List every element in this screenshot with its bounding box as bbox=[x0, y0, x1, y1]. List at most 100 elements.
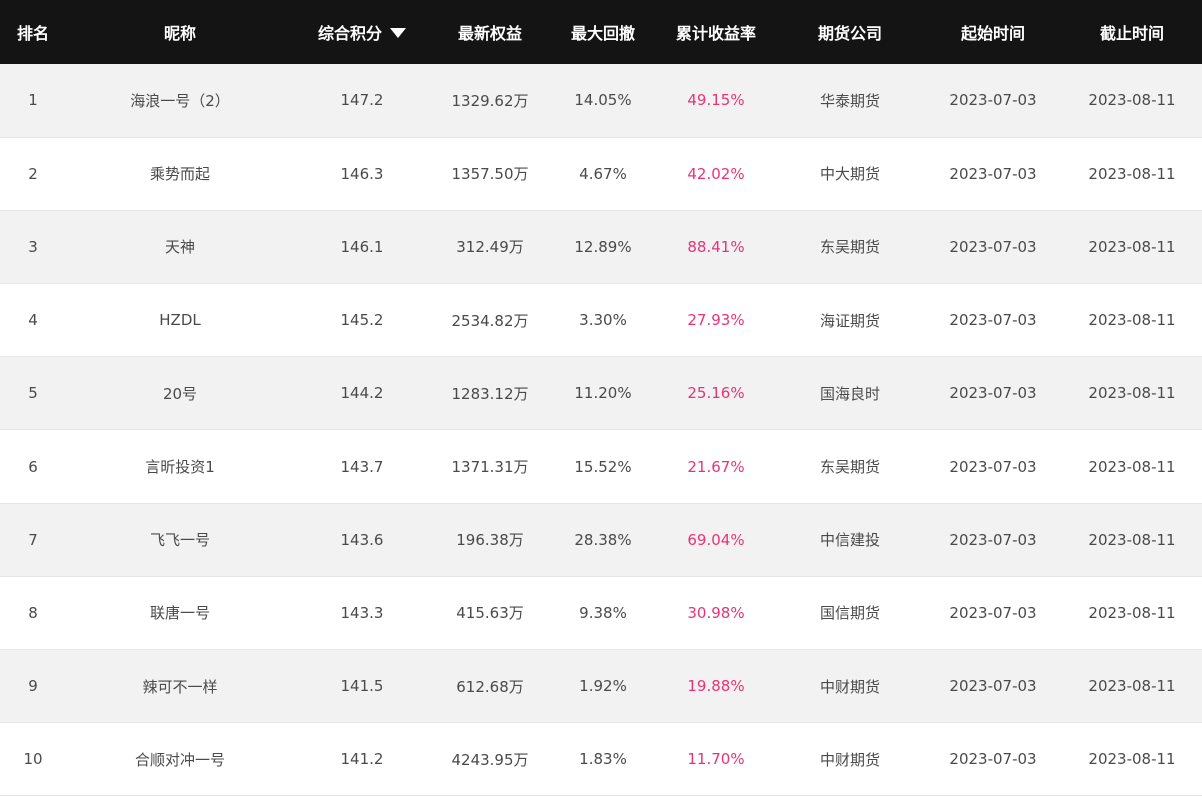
start-date-cell: 2023-07-03 bbox=[924, 649, 1062, 724]
return-cell: 49.15% bbox=[656, 64, 776, 138]
table-row[interactable]: 4 HZDL 145.2 2534.82万 3.30% 27.93% 海证期货 2023-07… bbox=[0, 283, 1202, 358]
broker-cell: 中信建投 bbox=[776, 503, 924, 577]
equity-cell: 1357.50万 bbox=[430, 137, 550, 211]
end-date-cell: 2023-08-11 bbox=[1062, 356, 1202, 431]
return-cell: 42.02% bbox=[656, 137, 776, 211]
col-header-drawdown[interactable]: 最大回撤 bbox=[550, 0, 656, 64]
end-date-cell: 2023-08-11 bbox=[1062, 283, 1202, 358]
broker-cell: 国海良时 bbox=[776, 356, 924, 431]
col-header-nickname[interactable]: 昵称 bbox=[66, 0, 294, 64]
drawdown-cell: 3.30% bbox=[550, 283, 656, 358]
col-header-rank[interactable]: 排名 bbox=[0, 0, 66, 64]
table-body: 1 海浪一号（2） 147.2 1329.62万 14.05% 49.15% 华泰期货 202… bbox=[0, 64, 1202, 796]
drawdown-cell: 9.38% bbox=[550, 576, 656, 651]
nickname-cell: 合顺对冲一号 bbox=[66, 722, 294, 796]
rank-cell: 8 bbox=[0, 576, 66, 651]
table-row[interactable]: 10 合顺对冲一号 141.2 4243.95万 1.83% 11.70% 中财期货 2023… bbox=[0, 722, 1202, 796]
drawdown-cell: 28.38% bbox=[550, 503, 656, 577]
table-row[interactable]: 3 天神 146.1 312.49万 12.89% 88.41% 东吴期货 2023-07-0… bbox=[0, 210, 1202, 285]
table-row[interactable]: 7 飞飞一号 143.6 196.38万 28.38% 69.04% 中信建投 2023-07… bbox=[0, 503, 1202, 577]
col-header-end-date[interactable]: 截止时间 bbox=[1062, 0, 1202, 64]
end-date-cell: 2023-08-11 bbox=[1062, 503, 1202, 577]
score-cell: 143.3 bbox=[294, 576, 430, 651]
return-cell: 30.98% bbox=[656, 576, 776, 651]
nickname-cell: 海浪一号（2） bbox=[66, 64, 294, 138]
equity-cell: 4243.95万 bbox=[430, 722, 550, 796]
score-cell: 144.2 bbox=[294, 356, 430, 431]
equity-cell: 612.68万 bbox=[430, 649, 550, 724]
rank-cell: 7 bbox=[0, 503, 66, 577]
start-date-cell: 2023-07-03 bbox=[924, 283, 1062, 358]
col-header-start-date[interactable]: 起始时间 bbox=[924, 0, 1062, 64]
start-date-cell: 2023-07-03 bbox=[924, 137, 1062, 211]
start-date-cell: 2023-07-03 bbox=[924, 210, 1062, 285]
start-date-cell: 2023-07-03 bbox=[924, 722, 1062, 796]
rank-cell: 1 bbox=[0, 64, 66, 138]
nickname-cell: 辣可不一样 bbox=[66, 649, 294, 724]
drawdown-cell: 14.05% bbox=[550, 64, 656, 138]
drawdown-cell: 1.92% bbox=[550, 649, 656, 724]
table-row[interactable]: 9 辣可不一样 141.5 612.68万 1.92% 19.88% 中财期货 2023-07… bbox=[0, 649, 1202, 724]
return-cell: 88.41% bbox=[656, 210, 776, 285]
broker-cell: 中财期货 bbox=[776, 722, 924, 796]
rank-cell: 9 bbox=[0, 649, 66, 724]
score-cell: 146.1 bbox=[294, 210, 430, 285]
end-date-cell: 2023-08-11 bbox=[1062, 576, 1202, 651]
caret-down-icon[interactable] bbox=[390, 28, 406, 38]
return-cell: 27.93% bbox=[656, 283, 776, 358]
table-row[interactable]: 1 海浪一号（2） 147.2 1329.62万 14.05% 49.15% 华泰期货 202… bbox=[0, 64, 1202, 138]
rank-cell: 2 bbox=[0, 137, 66, 211]
start-date-cell: 2023-07-03 bbox=[924, 429, 1062, 504]
start-date-cell: 2023-07-03 bbox=[924, 64, 1062, 138]
table-row[interactable]: 5 20号 144.2 1283.12万 11.20% 25.16% 国海良时 2023-07… bbox=[0, 356, 1202, 431]
rank-cell: 6 bbox=[0, 429, 66, 504]
nickname-cell: 天神 bbox=[66, 210, 294, 285]
table-row[interactable]: 8 联唐一号 143.3 415.63万 9.38% 30.98% 国信期货 2023-07-… bbox=[0, 576, 1202, 651]
col-header-return[interactable]: 累计收益率 bbox=[656, 0, 776, 64]
equity-cell: 1371.31万 bbox=[430, 429, 550, 504]
nickname-cell: 飞飞一号 bbox=[66, 503, 294, 577]
nickname-cell: 20号 bbox=[66, 356, 294, 431]
rank-cell: 3 bbox=[0, 210, 66, 285]
col-header-equity[interactable]: 最新权益 bbox=[430, 0, 550, 64]
start-date-cell: 2023-07-03 bbox=[924, 503, 1062, 577]
return-cell: 11.70% bbox=[656, 722, 776, 796]
broker-cell: 国信期货 bbox=[776, 576, 924, 651]
broker-cell: 东吴期货 bbox=[776, 210, 924, 285]
end-date-cell: 2023-08-11 bbox=[1062, 64, 1202, 138]
drawdown-cell: 11.20% bbox=[550, 356, 656, 431]
rank-cell: 5 bbox=[0, 356, 66, 431]
ranking-table: 排名 昵称 综合积分 最新权益 最大回撤 累计收益率 期货公司 起始时间 截止时… bbox=[0, 0, 1202, 796]
rank-cell: 4 bbox=[0, 283, 66, 358]
broker-cell: 中财期货 bbox=[776, 649, 924, 724]
score-cell: 145.2 bbox=[294, 283, 430, 358]
start-date-cell: 2023-07-03 bbox=[924, 356, 1062, 431]
end-date-cell: 2023-08-11 bbox=[1062, 210, 1202, 285]
col-header-score[interactable]: 综合积分 bbox=[294, 0, 430, 64]
return-cell: 19.88% bbox=[656, 649, 776, 724]
nickname-cell: 乘势而起 bbox=[66, 137, 294, 211]
broker-cell: 东吴期货 bbox=[776, 429, 924, 504]
equity-cell: 312.49万 bbox=[430, 210, 550, 285]
broker-cell: 华泰期货 bbox=[776, 64, 924, 138]
return-cell: 21.67% bbox=[656, 429, 776, 504]
end-date-cell: 2023-08-11 bbox=[1062, 722, 1202, 796]
equity-cell: 1329.62万 bbox=[430, 64, 550, 138]
nickname-cell: HZDL bbox=[66, 283, 294, 358]
equity-cell: 415.63万 bbox=[430, 576, 550, 651]
drawdown-cell: 12.89% bbox=[550, 210, 656, 285]
equity-cell: 1283.12万 bbox=[430, 356, 550, 431]
nickname-cell: 言昕投资1 bbox=[66, 429, 294, 504]
col-header-score-label: 综合积分 bbox=[317, 24, 382, 43]
drawdown-cell: 15.52% bbox=[550, 429, 656, 504]
end-date-cell: 2023-08-11 bbox=[1062, 649, 1202, 724]
col-header-broker[interactable]: 期货公司 bbox=[776, 0, 924, 64]
equity-cell: 2534.82万 bbox=[430, 283, 550, 358]
score-cell: 146.3 bbox=[294, 137, 430, 211]
return-cell: 25.16% bbox=[656, 356, 776, 431]
score-cell: 141.5 bbox=[294, 649, 430, 724]
drawdown-cell: 4.67% bbox=[550, 137, 656, 211]
table-row[interactable]: 6 言昕投资1 143.7 1371.31万 15.52% 21.67% 东吴期货 2023-… bbox=[0, 429, 1202, 504]
table-row[interactable]: 2 乘势而起 146.3 1357.50万 4.67% 42.02% 中大期货 2023-07… bbox=[0, 137, 1202, 211]
score-cell: 143.6 bbox=[294, 503, 430, 577]
